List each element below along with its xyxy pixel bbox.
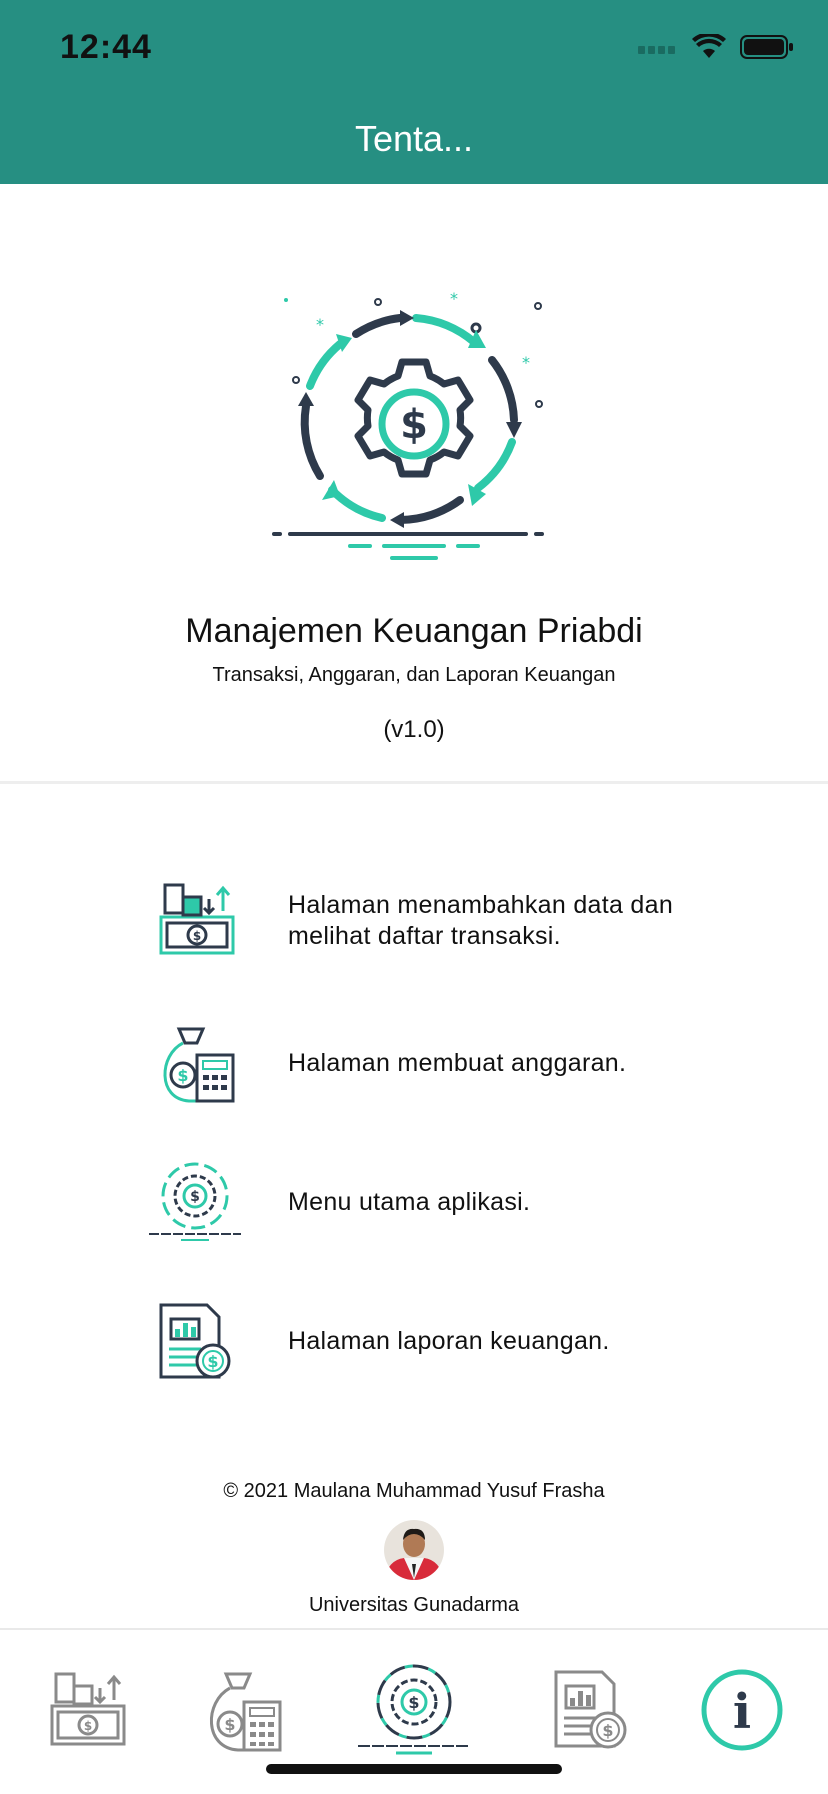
transaction-money-icon: $ [140, 866, 250, 976]
info-icon: i [701, 1669, 783, 1751]
status-time: 12:44 [60, 28, 152, 66]
status-icons [638, 34, 794, 60]
navigation-header: 12:44 Tenta... [0, 0, 828, 184]
tab-budget[interactable]: $ [192, 1660, 292, 1760]
section-divider [0, 781, 828, 784]
gear-dollar-cycle-icon: $ [358, 1664, 470, 1755]
svg-text:$: $ [207, 1352, 218, 1371]
university-text: Universitas Gunadarma [308, 1594, 520, 1616]
tab-report[interactable]: $ [540, 1660, 640, 1760]
gear-dollar-cycle-icon: $ [140, 1147, 250, 1257]
svg-text:$: $ [193, 929, 201, 943]
svg-text:$: $ [602, 1721, 613, 1740]
page-title: Tenta... [354, 118, 474, 159]
feature-item-report: $ Halaman laporan keuangan. [140, 1286, 760, 1396]
transaction-money-icon: $ [50, 1672, 126, 1746]
svg-text:$: $ [177, 1066, 188, 1085]
battery-icon [740, 35, 793, 59]
budget-bag-calculator-icon: $ [209, 1672, 282, 1752]
report-document-icon: $ [554, 1670, 627, 1749]
feature-item-transactions: $ Halaman menambahkan data dan melihat d… [140, 866, 760, 976]
feature-text: Halaman laporan keuangan. [288, 1326, 610, 1355]
avatar [384, 1520, 444, 1580]
feature-text: Menu utama aplikasi. [288, 1187, 531, 1216]
tab-home[interactable]: $ [352, 1660, 476, 1760]
svg-text:$: $ [400, 402, 428, 448]
app-subtitle: Transaksi, Anggaran, dan Laporan Keuanga… [212, 664, 616, 686]
svg-text:$: $ [224, 1715, 235, 1734]
tab-info[interactable]: i [692, 1660, 792, 1760]
svg-text:i: i [733, 1684, 751, 1740]
feature-item-home: $ Menu utama aplikasi. [140, 1147, 760, 1257]
svg-text:*: * [316, 315, 324, 334]
svg-text:$: $ [84, 1719, 92, 1733]
tab-transactions[interactable]: $ [36, 1660, 136, 1760]
feature-text: Halaman membuat anggaran. [288, 1048, 627, 1077]
home-indicator [266, 1764, 562, 1774]
svg-text:*: * [522, 353, 530, 372]
cellular-signal-icon [638, 46, 675, 54]
svg-text:*: * [450, 289, 458, 308]
svg-text:$: $ [408, 1693, 419, 1712]
feature-text: Halaman menambahkan data dan melihat daf… [288, 891, 674, 950]
svg-text:$: $ [190, 1189, 200, 1205]
gear-dollar-cycle-icon: * * * $ [272, 289, 544, 560]
feature-item-budget: $ Halaman membuat anggaran. [140, 1008, 760, 1118]
copyright-text: © 2021 Maulana Muhammad Yusuf Frasha [223, 1480, 605, 1502]
report-document-icon: $ [140, 1286, 250, 1396]
budget-bag-calculator-icon: $ [140, 1008, 250, 1118]
wifi-icon [692, 34, 726, 58]
app-name: Manajemen Keuangan Priabdi [185, 612, 643, 650]
app-version: (v1.0) [383, 716, 445, 743]
